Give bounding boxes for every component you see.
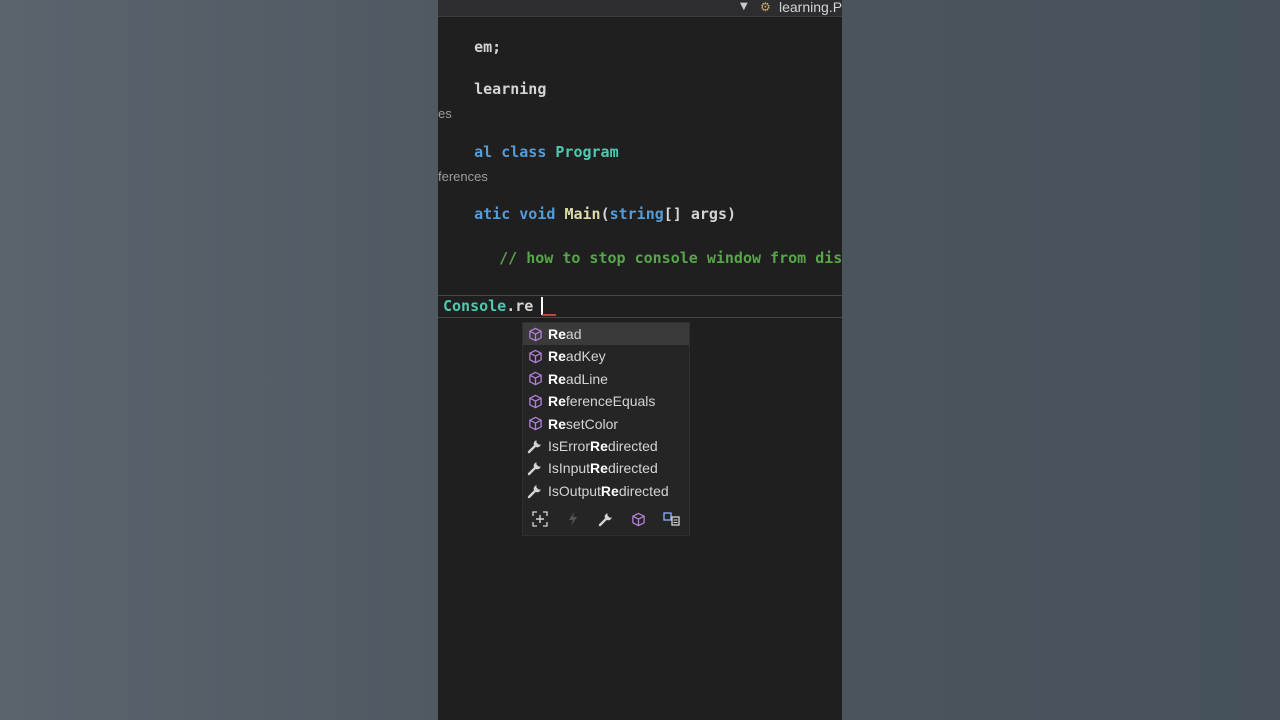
code-line-namespace: learning: [438, 62, 546, 116]
extension-filter-icon[interactable]: [655, 507, 688, 531]
method-icon: [527, 393, 543, 409]
args-parameter: [] args): [663, 205, 737, 223]
console-class: Console: [443, 297, 507, 315]
completion-item-label: IsErrorRedirected: [548, 438, 658, 454]
property-icon: [527, 460, 543, 476]
property-filter-icon[interactable]: [589, 507, 622, 531]
editor-navigation-bar: ▼ ⚙ learning.Pr: [438, 0, 842, 17]
member-dropdown-label[interactable]: learning.Pr: [779, 0, 842, 15]
main-method-name: Main: [564, 205, 601, 223]
completion-item[interactable]: ReadLine: [523, 368, 689, 390]
error-squiggle: [542, 314, 556, 316]
completion-item[interactable]: ReadKey: [523, 345, 689, 367]
using-tail: em;: [474, 38, 502, 56]
completion-item-label: ReferenceEquals: [548, 393, 656, 410]
paren-open: (: [600, 205, 610, 223]
void-keyword: void: [519, 205, 556, 223]
code-editor[interactable]: ▼ ⚙ learning.Pr em; learning es al class…: [438, 0, 842, 720]
completion-item-label: IsOutputRedirected: [548, 482, 669, 499]
method-filter-icon[interactable]: [622, 507, 655, 531]
completion-filter-bar: [523, 505, 689, 533]
expand-filter-icon[interactable]: [523, 507, 556, 531]
completion-item-label: ReadLine: [548, 370, 608, 387]
namespace-name: learning: [474, 80, 547, 98]
codelens-main-references[interactable]: ferences: [438, 169, 488, 184]
code-comment: // how to stop console window from disa: [499, 249, 842, 267]
completion-item-label: Read: [548, 326, 582, 342]
member-access-dot: .: [506, 297, 516, 315]
completion-item[interactable]: Read: [523, 323, 689, 345]
static-keyword: atic: [474, 205, 511, 223]
method-icon: [527, 326, 543, 342]
code-line-typing[interactable]: Console.re: [443, 297, 533, 315]
chevron-down-icon[interactable]: ▼: [740, 1, 748, 12]
codelens-class-references[interactable]: es: [438, 106, 452, 121]
event-filter-icon[interactable]: [556, 507, 589, 531]
completion-item-label: ResetColor: [548, 415, 619, 432]
completion-item[interactable]: ReferenceEquals: [523, 390, 689, 412]
background-right: [842, 0, 1280, 720]
code-line-comment: // how to stop console window from disa: [463, 231, 842, 285]
intellisense-completion-list[interactable]: Read ReadKey ReadLine ReferenceEquals ResetC…: [522, 322, 690, 536]
text-caret: [541, 297, 543, 315]
class-name: Program: [555, 143, 619, 161]
completion-item[interactable]: IsErrorRedirected: [523, 435, 689, 457]
method-icon: [527, 371, 543, 387]
method-icon: [527, 416, 543, 432]
string-keyword: string: [609, 205, 664, 223]
completion-item[interactable]: IsInputRedirected: [523, 457, 689, 479]
background-left: [0, 0, 438, 720]
csharp-file-icon: ⚙: [760, 0, 771, 14]
internal-keyword: al: [474, 143, 493, 161]
property-icon: [527, 483, 543, 499]
completion-item[interactable]: ResetColor: [523, 413, 689, 435]
completion-item[interactable]: IsOutputRedirected: [523, 480, 689, 502]
partial-identifier: re: [515, 297, 534, 315]
property-icon: [527, 438, 543, 454]
completion-item-label: ReadKey: [548, 348, 606, 365]
method-icon: [527, 348, 543, 364]
class-keyword: class: [501, 143, 547, 161]
completion-item-label: IsInputRedirected: [548, 460, 658, 477]
